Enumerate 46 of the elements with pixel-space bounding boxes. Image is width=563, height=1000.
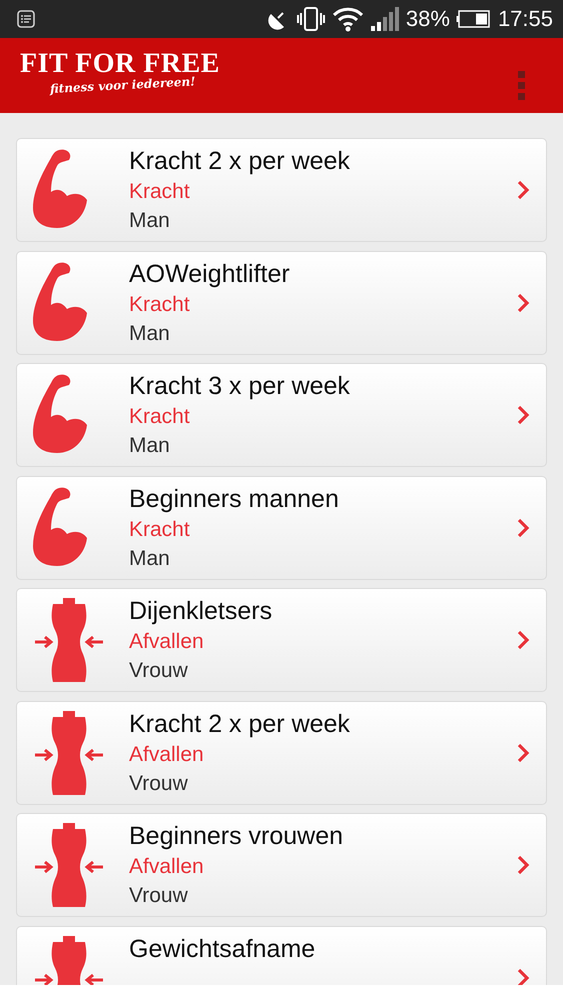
program-category: Kracht: [129, 516, 191, 542]
wifi-icon: [332, 6, 364, 32]
program-card[interactable]: Dijenkletsers Afvallen Vrouw: [16, 588, 547, 692]
chevron-right-icon: [516, 630, 530, 650]
program-audience: Man: [129, 433, 171, 459]
program-category: Afvallen: [129, 629, 205, 655]
program-card[interactable]: Kracht 3 x per week Kracht Man: [16, 363, 547, 467]
program-title: AOWeightlifter: [129, 258, 291, 290]
program-audience: Vrouw: [129, 883, 189, 909]
program-card[interactable]: Kracht 2 x per week Kracht Man: [16, 138, 547, 242]
program-card[interactable]: Gewichtsafname: [16, 926, 547, 985]
program-title: Beginners mannen: [129, 484, 340, 514]
vibrate-icon: [296, 6, 326, 32]
chevron-right-icon: [516, 292, 530, 312]
program-audience: Man: [129, 320, 171, 346]
program-title: Kracht 3 x per week: [129, 371, 351, 402]
program-category: Afvallen: [129, 854, 205, 880]
chevron-right-icon: [516, 855, 530, 875]
program-title: Beginners vrouwen: [129, 821, 344, 852]
chevron-right-icon: [516, 405, 530, 425]
program-card[interactable]: AOWeightlifter Kracht Man: [16, 250, 547, 354]
program-audience: Vrouw: [129, 658, 189, 684]
program-card[interactable]: Beginners vrouwen Afvallen Vrouw: [16, 813, 547, 917]
program-category: Kracht: [129, 404, 191, 430]
program-card[interactable]: Beginners mannen Kracht Man: [16, 476, 547, 580]
program-audience: Man: [129, 208, 171, 234]
program-category: Afvallen: [129, 742, 205, 768]
program-audience: Vrouw: [129, 770, 189, 796]
chevron-right-icon: [516, 968, 530, 985]
program-title: Kracht 2 x per week: [129, 708, 351, 740]
overflow-menu-icon[interactable]: [517, 70, 527, 102]
signal-icon: [370, 6, 400, 32]
chevron-right-icon: [516, 180, 530, 200]
battery-icon: [456, 9, 492, 29]
chevron-right-icon: [516, 742, 530, 762]
program-audience: Man: [129, 546, 171, 572]
program-category: Kracht: [129, 179, 191, 205]
notification-icon: [16, 9, 36, 29]
program-card[interactable]: Kracht 2 x per week Afvallen Vrouw: [16, 700, 547, 804]
program-title: Kracht 2 x per week: [129, 146, 351, 177]
program-title: Dijenkletsers: [129, 596, 274, 627]
chevron-right-icon: [516, 518, 530, 538]
program-title: Gewichtsafname: [129, 934, 316, 964]
program-category: Kracht: [129, 292, 191, 318]
battery-percentage: 38%: [406, 6, 450, 32]
clock: 17:55: [498, 6, 553, 32]
